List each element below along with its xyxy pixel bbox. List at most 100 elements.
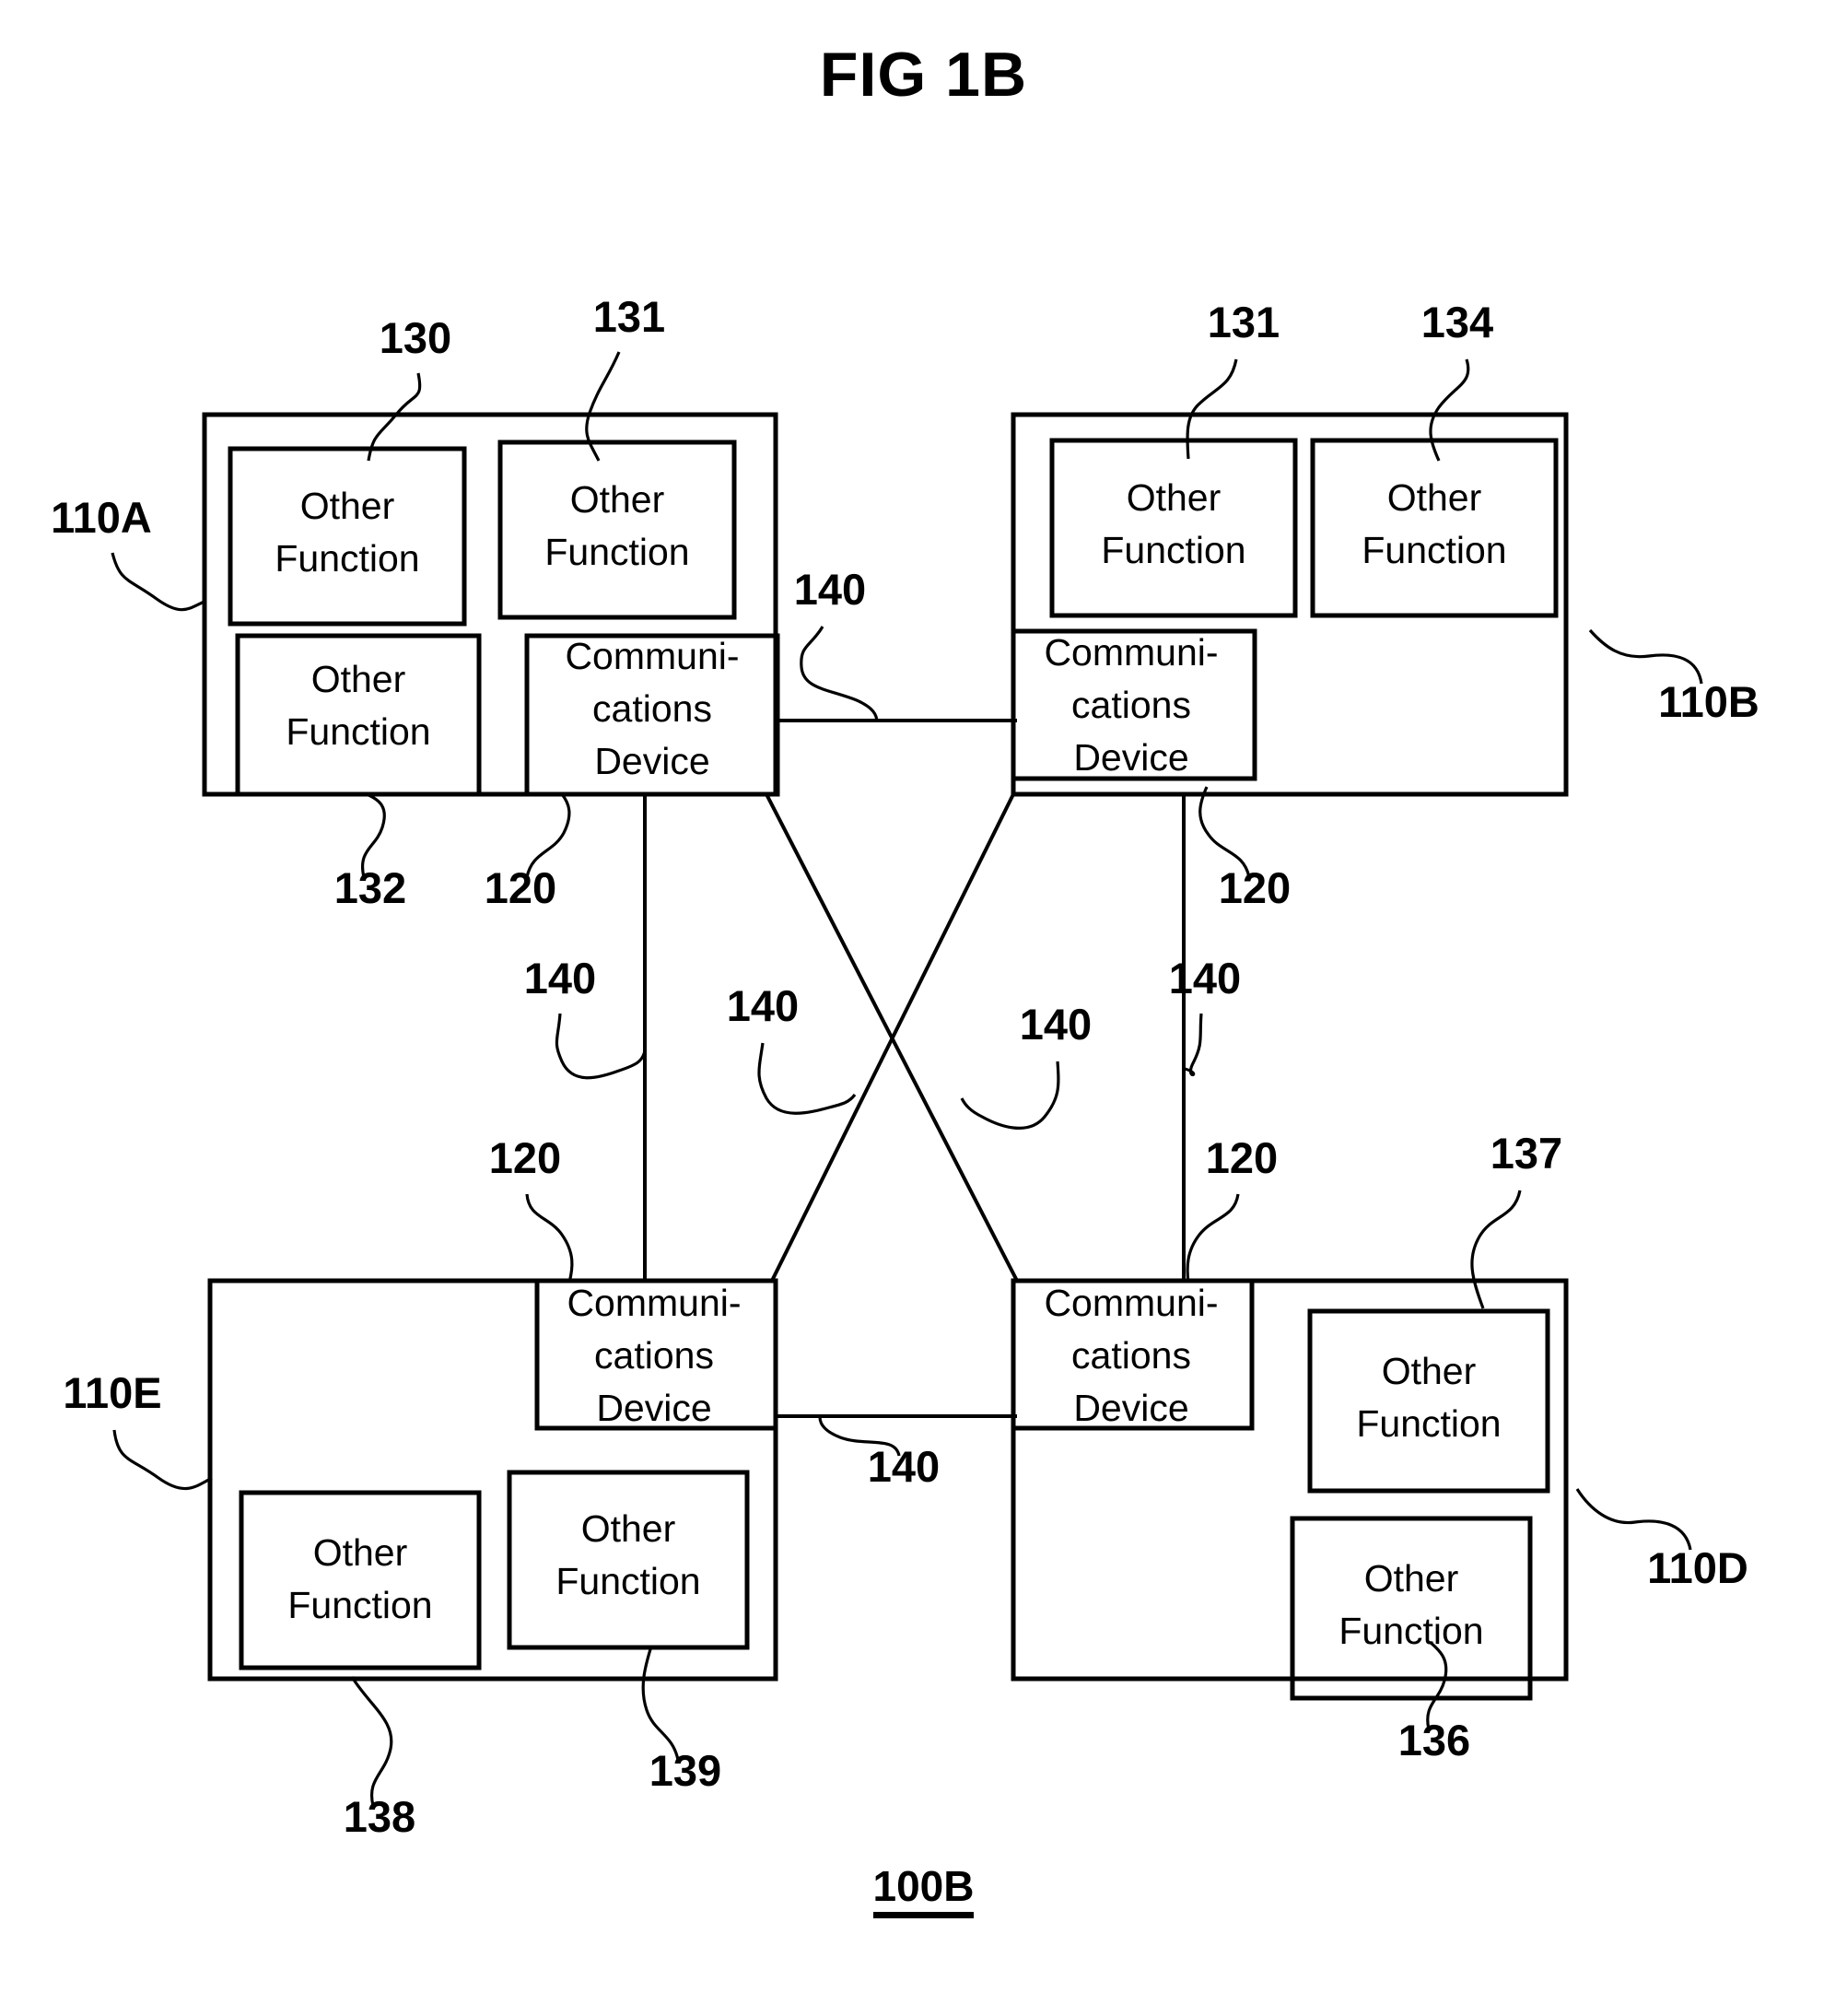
ref-110B: 110B [1588,628,1759,726]
comms-label-line3: Device [596,1387,711,1429]
ref-131-right: 131 [1186,298,1280,460]
ref-139: 139 [641,1648,721,1795]
node-110D-communications-device-120[interactable]: Communi- cations Device [1011,1278,1255,1431]
figure-number-caption: 100B [0,1861,1847,1918]
ref-number-137: 137 [1490,1129,1562,1178]
ref-134: 134 [1421,298,1493,462]
function-label-line1: Other [570,478,665,521]
leader-line-131-right [1186,358,1238,460]
ref-number-140-bottom: 140 [868,1442,940,1491]
node-110D-other-function-136[interactable]: Other Function [1290,1516,1533,1701]
leader-line-140-diagonal-left [757,1042,857,1115]
ref-132: 132 [334,792,406,912]
comms-label-line1: Communi- [565,635,739,677]
ref-120-bottom-left: 120 [489,1133,574,1283]
node-110B-communications-device-120[interactable]: Communi- cations Device [1011,628,1257,781]
link-140-diagonal-b-e [770,793,1015,1282]
function-box [1049,438,1298,618]
ref-number-120-top-left: 120 [485,863,556,912]
ref-number-140-right: 140 [1169,954,1241,1002]
ref-number-110B: 110B [1658,677,1759,726]
ref-140-right: 140 [1169,954,1241,1076]
function-label-line1: Other [1364,1557,1459,1600]
ref-110D: 110D [1575,1488,1748,1592]
leader-line-110D [1575,1488,1692,1551]
function-label-line1: Other [300,485,395,527]
node-110D-other-function-137[interactable]: Other Function [1307,1308,1550,1494]
function-label-line2: Function [1356,1402,1501,1445]
comms-label-line3: Device [594,740,709,782]
ref-number-110D: 110D [1647,1543,1748,1592]
node-110A-other-function-130[interactable]: Other Function [228,446,467,627]
comms-label-line2: cations [1071,684,1191,726]
function-label-line2: Function [275,537,419,580]
ref-140-diagonal-right: 140 [960,1000,1092,1130]
node-110D[interactable]: Communi- cations Device Other Function O… [1011,1278,1569,1701]
node-110B-other-function-134[interactable]: Other Function [1310,438,1559,618]
ref-136: 136 [1398,1640,1470,1764]
node-110E-communications-device-120[interactable]: Communi- cations Device [534,1278,778,1431]
function-label-line1: Other [1387,476,1482,519]
function-label-line1: Other [1382,1350,1477,1392]
ref-number-134: 134 [1421,298,1493,346]
ref-140-top: 140 [794,565,879,723]
comms-label-line1: Communi- [1044,631,1218,674]
node-110A-communications-device-120[interactable]: Communi- cations Device [524,633,780,797]
ref-number-140-diagonal-left: 140 [727,981,799,1030]
ref-number-120-bottom-right: 120 [1206,1133,1278,1182]
leader-line-140-top [800,626,879,723]
node-110E[interactable]: Communi- cations Device Other Function O… [207,1278,778,1682]
ref-138: 138 [344,1676,415,1841]
node-110E-other-function-139[interactable]: Other Function [507,1470,750,1650]
figure-number-text: 100B [872,1862,975,1918]
ref-120-top-left: 120 [485,793,571,912]
ref-number-140-top: 140 [794,565,866,614]
function-label-line2: Function [555,1560,700,1602]
ref-number-110E: 110E [63,1368,161,1417]
function-label-line1: Other [313,1531,408,1574]
ref-110E: 110E [63,1368,213,1491]
leader-line-139 [641,1648,680,1761]
leader-line-120-bottom-left [525,1193,574,1283]
node-110E-other-function-138[interactable]: Other Function [239,1490,482,1670]
leader-line-110B [1588,628,1703,685]
ref-number-130: 130 [380,313,451,362]
function-label-line2: Function [1338,1610,1483,1652]
leader-line-110A [111,552,207,612]
function-box [239,1490,482,1670]
ref-140-bottom: 140 [818,1416,940,1491]
node-110A[interactable]: Other Function Other Function Other Func… [202,412,780,797]
leader-line-140-right [1182,1013,1203,1076]
comms-label-line2: cations [1071,1334,1191,1377]
node-110A-other-function-132[interactable]: Other Function [235,633,482,797]
ref-number-120-top-right: 120 [1219,863,1291,912]
function-box [228,446,467,627]
ref-number-110A: 110A [51,493,152,542]
ref-number-120-bottom-left: 120 [489,1133,561,1182]
node-110B[interactable]: Other Function Other Function Communi- c… [1011,412,1569,797]
ref-140-diagonal-left: 140 [727,981,857,1115]
leader-line-137 [1470,1190,1522,1309]
comms-label-line1: Communi- [1044,1282,1218,1324]
node-110A-other-function-131[interactable]: Other Function [497,440,737,620]
comms-label-line3: Device [1073,1387,1188,1429]
diagram-canvas: Other Function Other Function Other Func… [51,292,1759,1841]
ref-130: 130 [367,313,451,462]
ref-number-140-diagonal-right: 140 [1020,1000,1092,1049]
leader-line-140-left [555,1013,647,1080]
function-label-line2: Function [286,710,430,753]
function-label-line1: Other [311,658,406,700]
ref-120-top-right: 120 [1198,786,1291,912]
function-box [1310,438,1559,618]
ref-110A: 110A [51,493,207,612]
leader-line-140-diagonal-right [960,1061,1060,1130]
function-box [1290,1516,1533,1701]
ref-number-132: 132 [334,863,406,912]
comms-label-line3: Device [1073,736,1188,779]
ref-number-131-left: 131 [593,292,665,341]
ref-number-136: 136 [1398,1716,1470,1764]
node-110B-other-function-131[interactable]: Other Function [1049,438,1298,618]
leader-line-120-bottom-right [1186,1193,1240,1283]
function-label-line1: Other [1127,476,1222,519]
ref-number-140-left: 140 [524,954,596,1002]
